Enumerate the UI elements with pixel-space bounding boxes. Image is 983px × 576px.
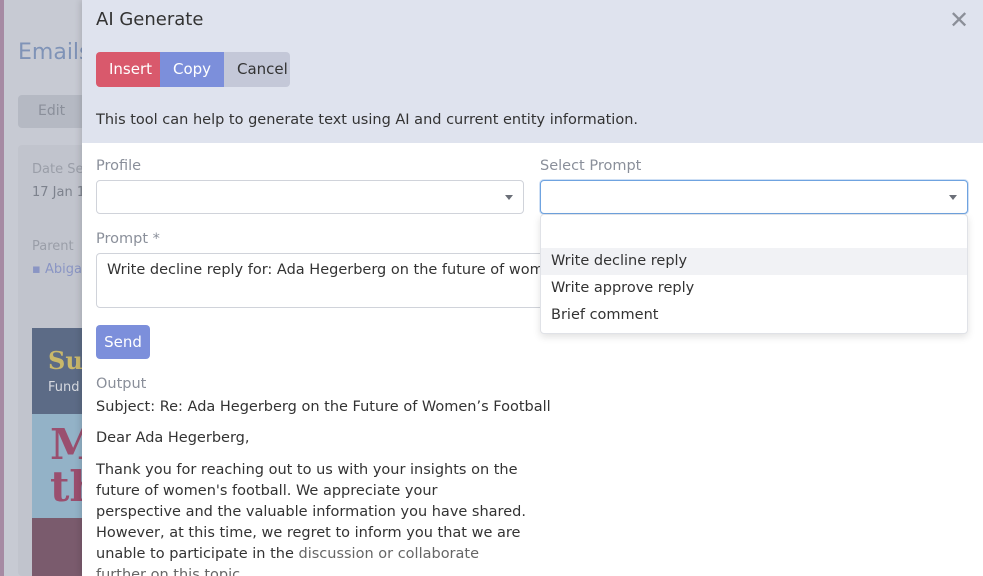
prompt-label: Prompt * [96,231,160,247]
chevron-down-icon [505,195,513,200]
background-parent-label: Parent [32,239,74,254]
output-greeting: Dear Ada Hegerberg, [96,430,250,446]
background-date-label: Date Se [32,162,84,177]
select-prompt-select[interactable] [540,180,968,214]
send-button[interactable]: Send [96,325,150,359]
background-parent-link: ▪ Abiga [32,262,82,277]
modal-description: This tool can help to generate text usin… [96,112,638,128]
prompt-text: Write decline reply for: Ada Hegerberg o… [107,262,553,278]
insert-button[interactable]: Insert [96,52,160,87]
thumb-text-2: Fund [48,380,80,395]
output-subject: Subject: Re: Ada Hegerberg on the Future… [96,399,551,415]
prompt-textarea[interactable]: Write decline reply for: Ada Hegerberg o… [96,253,554,308]
thumb-text-1: Su [48,346,83,375]
dropdown-option-write-decline-reply[interactable]: Write decline reply [541,248,967,275]
background-page-title: Emails [18,40,91,65]
copy-button[interactable]: Copy [160,52,224,87]
dropdown-search-input[interactable] [541,215,967,247]
close-icon[interactable]: ✕ [946,6,972,34]
action-button-group: Insert Copy Cancel [96,52,290,87]
ai-generate-modal: AI Generate ✕ Insert Copy Cancel This to… [82,0,983,576]
select-prompt-label: Select Prompt [540,158,642,174]
output-label: Output [96,376,147,392]
modal-title: AI Generate [96,9,204,30]
background-date-value: 17 Jan 1 [32,185,86,200]
profile-select[interactable] [96,180,524,214]
dropdown-option-write-approve-reply[interactable]: Write approve reply [541,275,967,302]
background-edit-button: Edit [18,95,88,128]
profile-label: Profile [96,158,142,174]
dropdown-option-brief-comment[interactable]: Brief comment [541,302,967,329]
background-parent-value: Abiga [44,262,82,277]
background-sidebar-edge [0,0,4,576]
output-body: Thank you for reaching out to us with yo… [96,460,526,576]
cancel-button[interactable]: Cancel [224,52,290,87]
chevron-down-icon [949,195,957,200]
modal-header: AI Generate ✕ Insert Copy Cancel This to… [82,0,983,143]
prompt-dropdown-menu: Write decline reply Write approve reply … [540,214,968,334]
